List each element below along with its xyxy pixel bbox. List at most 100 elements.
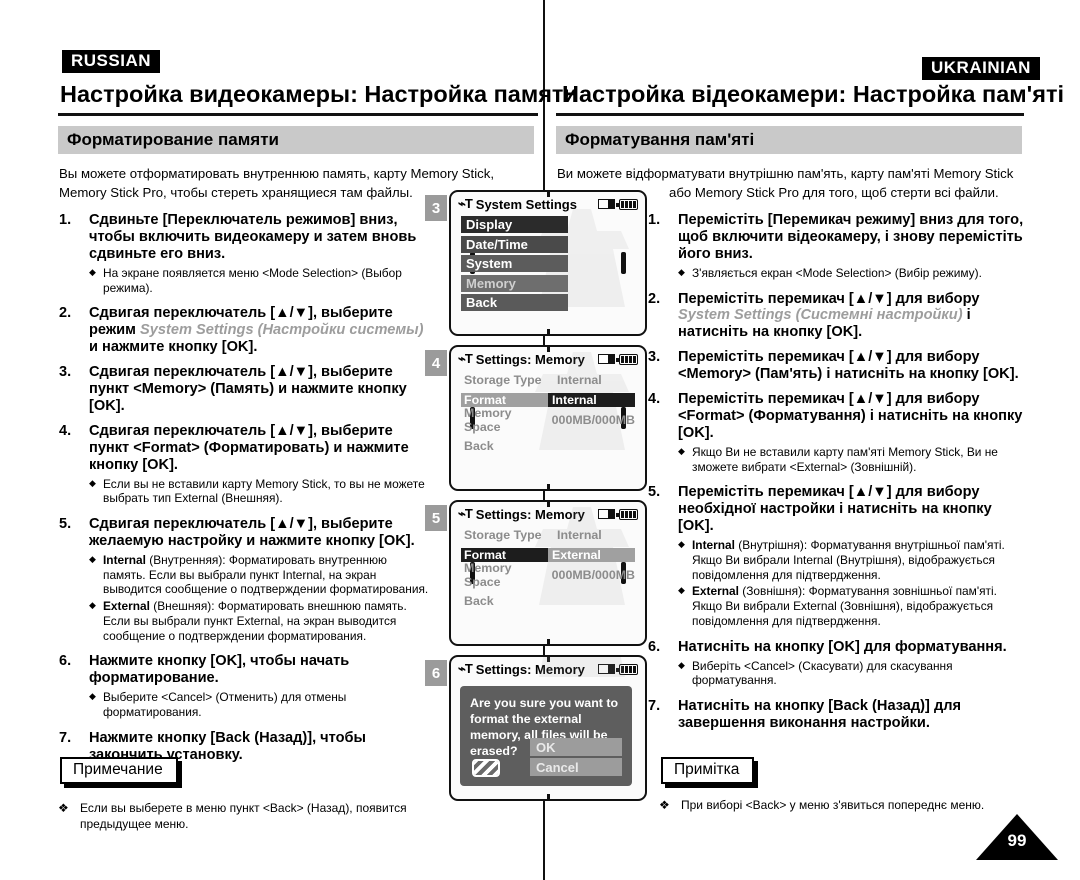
step-text: Сдвигая переключатель [▲/▼], выберите ре… [89,305,424,356]
lcd-notch-bottom [546,794,550,799]
step-number: 5. [648,484,661,501]
lcd-body: Storage Type Internal Format External Memory… [451,507,645,609]
page-number-badge: 99 [976,814,1058,860]
lcd-setting-row[interactable]: Memory Space 000MB/000MB [461,561,635,589]
step-text: Перемістіть перемикач [▲/▼] для вибору <… [678,349,1019,383]
bullet-item: ◆ З'являється екран <Mode Selection> (Виб… [678,266,1030,281]
step-body: Натисніть на кнопку [OK] для форматуванн… [678,639,1030,690]
lcd-setting-value: Internal [557,527,602,542]
lcd-setting-row[interactable]: Back [461,592,635,609]
step-number: 1. [648,212,661,228]
diamond-bullet-icon: ◆ [89,691,96,702]
lcd-title: System Settings [475,196,577,212]
lcd-setting-value: External [547,547,635,562]
lcd-setting-label: Format [461,547,548,562]
bullet-item: ◆ Виберіть <Cancel> (Скасувати) для скасу… [678,659,1030,689]
lcd-dialog-buttons: OK Cancel [530,738,622,778]
step-item: 3. Перемістіть перемикач [▲/▼] для вибору… [648,349,1030,383]
section-header-ukrainian: Форматування пам'яті [556,126,1022,154]
lcd-dialog-ok-button[interactable]: OK [530,738,622,756]
step-number: 4. [59,422,72,439]
bullet-item: ◆ Internal (Внутрішня): Форматування внут… [678,538,1030,582]
tool-icon: ⌁T [458,506,473,521]
bullet-text: Якщо Ви не вставили карту пам'яті Memory… [692,444,998,474]
lcd-menu-item[interactable]: Date/Time [461,235,568,253]
lcd-menu-item[interactable]: Memory [461,274,568,292]
step-reference-badge: 5 [425,505,447,531]
step-text: Натисніть на кнопку [OK] для форматуванн… [678,638,1007,655]
title-rule-ukrainian [556,113,1024,116]
bullet-item: ◆ External (Внешняя): Форматировать внешн… [89,599,431,643]
lcd-setting-row[interactable]: Back [461,437,635,454]
lcd-menu-item[interactable]: System [461,255,568,272]
step-body: Сдвигая переключатель [▲/▼], выберите же… [89,516,431,645]
lcd-menu-item[interactable]: Display [461,216,568,233]
note-body-russian: Если вы выберете в меню пункт <Back> (На… [80,801,407,832]
step-number: 2. [59,305,72,322]
step-bullets: ◆ Internal (Внутренняя): Форматировать вн… [89,553,431,644]
bullet-text: Internal (Внутренняя): Форматировать вну… [103,552,429,597]
memory-card-icon [598,509,615,519]
steps-list-russian: 1. Сдвиньте [Переключатель режимов] вниз,… [59,212,431,772]
step-reference-badge: 3 [425,195,447,221]
lcd-setting-value: 000MB/000MB [551,567,635,582]
step-body: Перемістіть перемикач [▲/▼] для вибору <… [678,391,1030,476]
bullet-item: ◆ Internal (Внутренняя): Форматировать вн… [89,553,431,597]
bullet-text: Если вы не вставили карту Memory Stick, … [103,476,425,506]
bullet-term: External [103,599,150,614]
lcd-header: ⌁T Settings: Memory [451,347,645,371]
step-body: Нажмите кнопку [OK], чтобы начать формат… [89,653,431,721]
step-item: 6. Нажмите кнопку [OK], чтобы начать форм… [59,653,431,721]
step-item: 5. Сдвигая переключатель [▲/▼], выберите … [59,516,431,645]
section-header-label-russian: Форматирование памяти [67,130,279,149]
lcd-title: Settings: Memory [475,661,585,677]
battery-icon [616,663,638,675]
warning-hatched-icon [472,759,500,777]
bullet-item: ◆ Если вы не вставили карту Memory Stick,… [89,477,431,507]
lcd-body: Display Date/Time System Memory Back [451,209,645,311]
step-bullets: ◆ З'являється екран <Mode Selection> (Виб… [678,266,1030,281]
memory-card-icon [598,199,615,209]
step-number: 5. [59,516,72,533]
bullet-text: External (Зовнішня): Форматування зовніш… [692,584,997,628]
section-header-russian: Форматирование памяти [58,126,534,154]
battery-icon [616,198,638,210]
lcd-header: ⌁T Settings: Memory [451,657,645,681]
diamond-bullet-icon: ◆ [89,553,96,564]
diamond-bullet-icon: ◆ [678,445,685,456]
diamond-bullet-icon: ◆ [678,659,685,670]
lcd-setting-row[interactable]: Memory Space 000MB/000MB [461,406,635,434]
memory-card-icon [598,354,615,364]
lcd-menu-item[interactable]: Back [461,294,568,311]
step-number: 1. [59,212,72,228]
note-bullet-icon-uk: ❖ [659,798,670,812]
page-number: 99 [1007,831,1027,850]
lcd-dialog-cancel-button[interactable]: Cancel [530,758,622,776]
step-bullets: ◆ Если вы не вставили карту Memory Stick,… [89,477,431,507]
step-item: 4. Перемістіть перемикач [▲/▼] для вибору… [648,391,1030,476]
note-box-ukrainian: Примітка [661,757,755,784]
step-bullets: ◆ Выберите <Cancel> (Отменить) для отмены… [89,690,431,720]
step-bullets: ◆ Виберіть <Cancel> (Скасувати) для скасу… [678,659,1030,689]
lcd-setting-row[interactable]: Storage Type Internal [461,371,635,388]
lcd-title: Settings: Memory [475,351,585,367]
bullet-text: Internal (Внутрішня): Форматування внутр… [692,538,1005,582]
step-body: Натисніть на кнопку [Back (Назад)] для з… [678,698,1030,732]
lcd-confirm-dialog: Are you sure you want to format the exte… [460,686,632,786]
lcd-setting-label: Back [464,593,494,608]
step-body: Сдвиньте [Переключатель режимов] вниз, ч… [89,212,431,297]
step-text: Перемістіть перемикач [▲/▼] для вибору <… [678,391,1023,441]
lcd-setting-value: 000MB/000MB [551,412,635,427]
language-tag-russian: RUSSIAN [62,50,161,73]
step-number: 2. [648,290,661,307]
step-number: 3. [648,349,661,366]
lcd-setting-row[interactable]: Storage Type Internal [461,526,635,543]
step-item: 1. Сдвиньте [Переключатель режимов] вниз,… [59,212,431,297]
lcd-setting-label: Storage Type [464,527,542,542]
lcd-setting-label: Memory Space [464,405,512,434]
bullet-text: External (Внешняя): Форматировать внешню… [103,599,407,643]
step-text: Сдвиньте [Переключатель режимов] вниз, ч… [89,212,417,262]
step-text: Натисніть на кнопку [Back (Назад)] для з… [678,698,962,731]
lcd-notch-bottom [546,639,550,644]
step-body: Перемістіть перемикач [▲/▼] для вибору н… [678,484,1030,630]
